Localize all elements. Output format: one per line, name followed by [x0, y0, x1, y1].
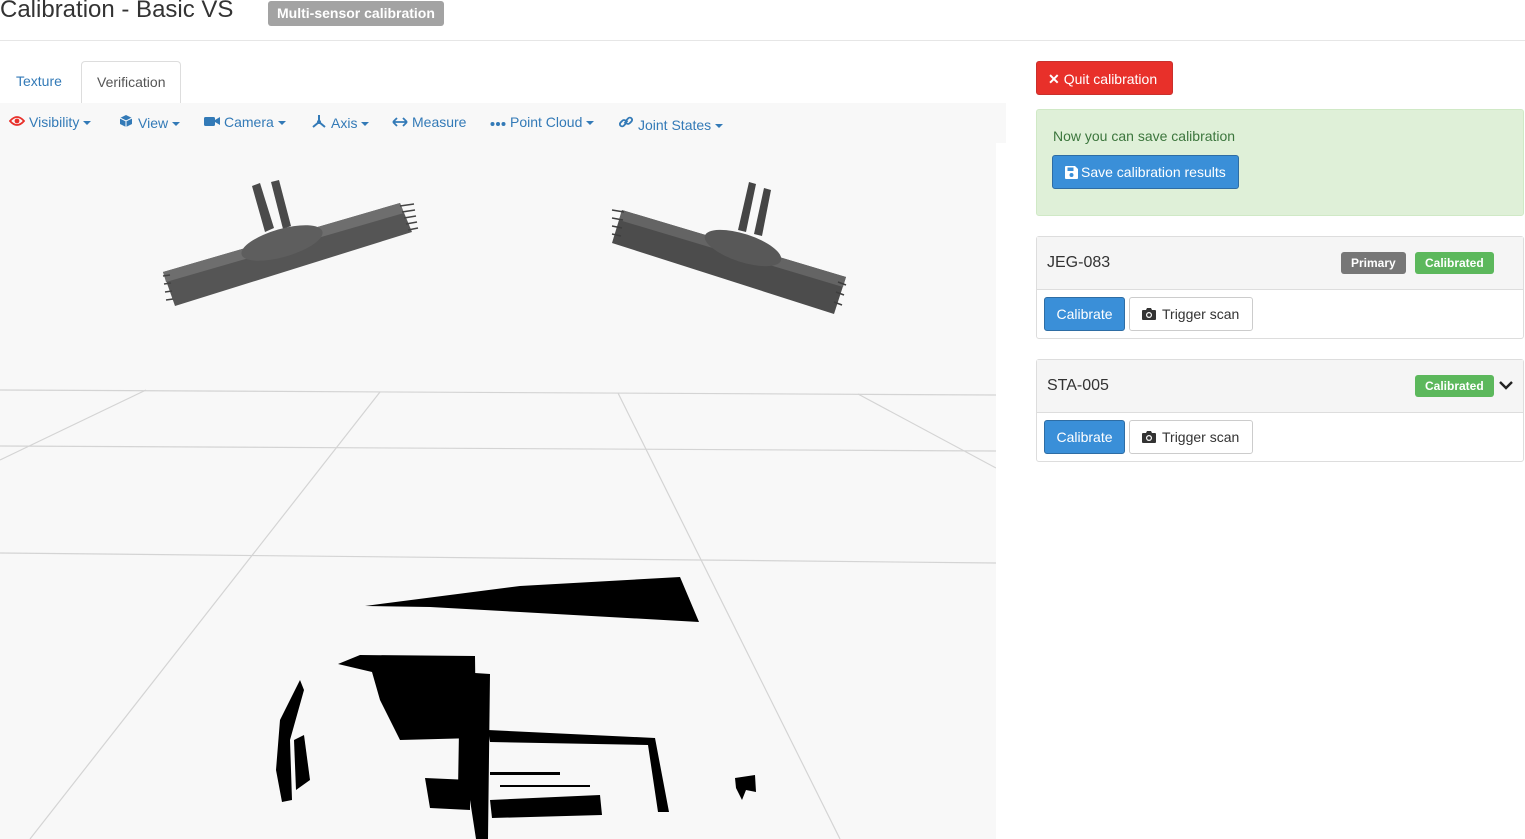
sensor-panel: JEG-083 Primary Calibrated Calibrate Tri… [1036, 236, 1524, 339]
camera-icon [1142, 299, 1156, 331]
status-badge: Calibrated [1415, 252, 1494, 274]
sensor-name: JEG-083 [1047, 254, 1111, 271]
ellipsis-icon [490, 114, 506, 130]
sensor-panel: STA-005 Calibrated Calibrate Trigger sca… [1036, 359, 1524, 462]
link-icon [618, 114, 634, 133]
caret-down-icon [586, 121, 595, 126]
trigger-scan-button[interactable]: Trigger scan [1129, 420, 1253, 454]
trigger-scan-button[interactable]: Trigger scan [1129, 297, 1253, 331]
point-cloud-menu[interactable]: Point Cloud [490, 114, 595, 130]
joint-states-menu[interactable]: Joint States [618, 114, 724, 133]
page-header: Calibration - Basic VS Multi-sensor cali… [0, 0, 1525, 41]
ground-grid [0, 389, 996, 839]
3d-viewer[interactable]: Visibility View Camera Axis Measure Poin [0, 103, 996, 839]
save-alert: Now you can save calibration Save calibr… [1036, 109, 1524, 216]
calibrate-button[interactable]: Calibrate [1044, 420, 1125, 454]
page-title: Calibration - Basic VS [0, 0, 234, 23]
view-menu[interactable]: View [118, 114, 181, 131]
alert-message: Now you can save calibration [1053, 128, 1236, 144]
caret-down-icon [172, 122, 181, 127]
close-icon: ✕ [1048, 71, 1060, 87]
sensor-name: STA-005 [1047, 377, 1109, 394]
sensor-model-left [162, 180, 419, 306]
point-cloud [276, 577, 756, 839]
sensor-panel-header: JEG-083 Primary Calibrated [1037, 237, 1523, 290]
video-camera-icon [204, 114, 220, 130]
sensor-panel-header[interactable]: STA-005 Calibrated [1037, 360, 1523, 413]
scene-render [0, 180, 996, 839]
toolbar-background [996, 103, 1006, 143]
quit-calibration-button[interactable]: ✕ Quit calibration [1036, 61, 1173, 95]
mode-badge: Multi-sensor calibration [268, 1, 444, 26]
status-badge: Calibrated [1415, 375, 1494, 397]
eye-icon [8, 114, 26, 130]
camera-icon [1142, 422, 1156, 454]
caret-down-icon [715, 124, 724, 129]
calibrate-button[interactable]: Calibrate [1044, 297, 1125, 331]
axis-menu[interactable]: Axis [311, 114, 370, 131]
chevron-down-icon[interactable] [1499, 377, 1513, 395]
camera-menu[interactable]: Camera [204, 114, 286, 130]
view-tabs: Texture Verification [0, 61, 1006, 104]
measure-button[interactable]: Measure [392, 114, 466, 130]
primary-badge: Primary [1341, 252, 1406, 274]
caret-down-icon [277, 121, 286, 126]
cube-icon [118, 114, 134, 131]
caret-down-icon [83, 121, 92, 126]
tab-texture[interactable]: Texture [1, 61, 77, 102]
caret-down-icon [361, 122, 370, 127]
arrows-horizontal-icon [392, 114, 408, 130]
viewer-toolbar: Visibility View Camera Axis Measure Poin [0, 103, 996, 143]
axis-icon [311, 114, 327, 131]
visibility-menu[interactable]: Visibility [8, 114, 92, 130]
tab-verification[interactable]: Verification [81, 61, 182, 104]
save-calibration-button[interactable]: Save calibration results [1052, 155, 1239, 189]
sensor-model-right [611, 182, 847, 314]
floppy-disk-icon [1065, 158, 1078, 190]
